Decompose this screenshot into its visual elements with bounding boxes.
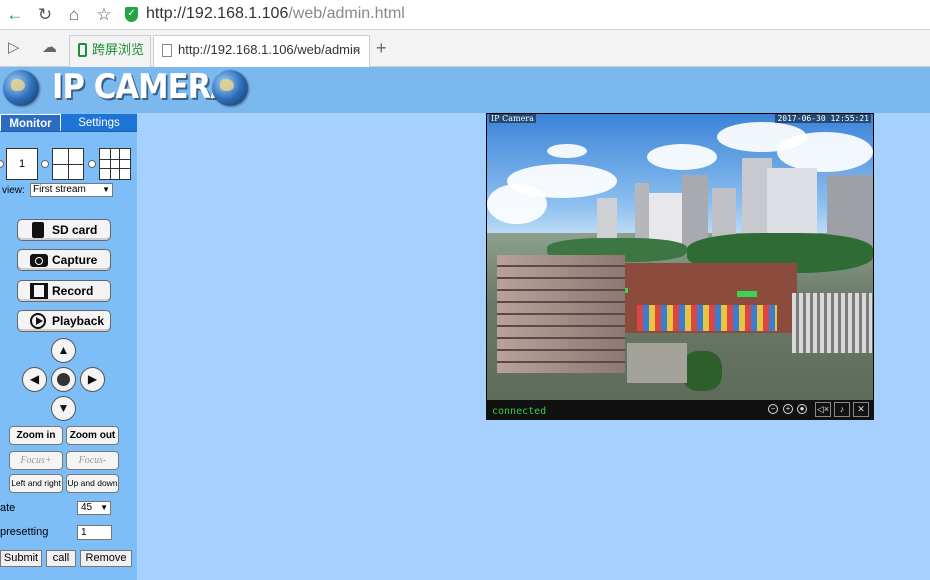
- focus-plus-button[interactable]: Focus+: [9, 451, 63, 470]
- logo-text: IP CAMERA: [52, 67, 234, 107]
- video-camera-label: IP Camera: [489, 114, 536, 123]
- phone-icon: [78, 43, 87, 57]
- layout-9-radio[interactable]: [88, 160, 96, 168]
- home-icon[interactable]: ⌂: [63, 4, 85, 26]
- ptz-up-button[interactable]: ▲: [51, 338, 76, 363]
- remove-button[interactable]: Remove: [80, 550, 132, 567]
- chevron-down-icon: ▼: [102, 185, 110, 194]
- tab-divider: [0, 131, 137, 132]
- video-feed[interactable]: IP Camera 2017-06-30 12:55:21 connected …: [486, 113, 874, 420]
- layout-single-icon[interactable]: 1: [6, 148, 38, 180]
- capture-label: Capture: [52, 253, 98, 267]
- mic-mute-icon[interactable]: ♪: [834, 402, 850, 417]
- ptz-left-button[interactable]: ◀: [22, 367, 47, 392]
- refresh-icon[interactable]: ↻: [34, 4, 56, 26]
- layout-quad-icon[interactable]: [52, 148, 84, 180]
- camera-icon: [30, 254, 48, 267]
- left-and-right-button[interactable]: Left and right: [9, 474, 63, 493]
- ptz-center-button[interactable]: [51, 367, 76, 392]
- ptz-down-button[interactable]: ▼: [51, 396, 76, 421]
- zoom-out-button[interactable]: Zoom out: [66, 426, 119, 445]
- capture-button[interactable]: Capture: [17, 249, 111, 271]
- globe-icon: [3, 70, 39, 106]
- back-arrow-icon[interactable]: ←: [4, 4, 26, 26]
- tab-label: 跨屏浏览: [92, 42, 145, 57]
- url-field[interactable]: http://192.168.1.106/web/admin.html: [146, 5, 405, 23]
- security-shield-icon[interactable]: ✓: [125, 7, 138, 22]
- sidebar-toggle-icon[interactable]: ▷: [8, 39, 20, 57]
- video-toolbar: connected − + ● ◁× ♪ ✕: [486, 400, 874, 420]
- star-icon[interactable]: ☆: [93, 4, 115, 26]
- page-header: IP CAMERA: [0, 67, 930, 113]
- tab-admin[interactable]: http://192.168.1.106/web/admin ×: [153, 35, 370, 67]
- layout-nine-icon[interactable]: [99, 148, 131, 180]
- tab-cross-screen[interactable]: 跨屏浏览: [69, 35, 151, 67]
- ptz-right-button[interactable]: ▶: [80, 367, 105, 392]
- sd-card-icon: [32, 222, 44, 238]
- control-panel: Monitor Settings 1 view: First stream ▼ …: [0, 113, 137, 580]
- submit-button[interactable]: Submit: [0, 550, 42, 567]
- close-icon[interactable]: ×: [353, 36, 361, 64]
- globe-icon: [212, 70, 248, 106]
- layout-4-radio[interactable]: [41, 160, 49, 168]
- playback-label: Playback: [52, 314, 105, 328]
- view-label: view:: [2, 185, 25, 196]
- url-path: /web/admin.html: [288, 5, 405, 22]
- up-and-down-button[interactable]: Up and down: [66, 474, 119, 493]
- minus-icon[interactable]: −: [768, 404, 778, 414]
- presetting-input[interactable]: 1: [77, 525, 112, 540]
- stream-select-value: First stream: [33, 184, 86, 195]
- chevron-down-icon: ▼: [100, 503, 108, 512]
- address-bar: ← ↻ ⌂ ☆ ✓ http://192.168.1.106/web/admin…: [0, 0, 930, 30]
- cloud-icon[interactable]: ☁: [42, 39, 57, 57]
- zoom-in-button[interactable]: Zoom in: [9, 426, 63, 445]
- stream-select[interactable]: First stream ▼: [30, 183, 113, 197]
- focus-minus-button[interactable]: Focus-: [66, 451, 119, 470]
- tab-monitor[interactable]: Monitor: [0, 114, 61, 132]
- dot-icon[interactable]: ●: [797, 404, 807, 414]
- film-icon: [30, 283, 48, 299]
- connection-status: connected: [492, 406, 547, 417]
- plus-icon[interactable]: +: [783, 404, 793, 414]
- rate-label: ate: [0, 502, 16, 514]
- new-tab-button[interactable]: +: [376, 38, 387, 58]
- layout-1-radio[interactable]: [0, 160, 4, 168]
- video-timestamp: 2017-06-30 12:55:21: [775, 114, 871, 123]
- tab-settings[interactable]: Settings: [61, 114, 137, 132]
- sd-card-button[interactable]: SD card: [17, 219, 111, 241]
- record-button[interactable]: Record: [17, 280, 111, 302]
- presetting-label: presetting: [0, 526, 49, 538]
- rate-select[interactable]: 45 ▼: [77, 501, 111, 515]
- rate-value: 45: [81, 502, 93, 513]
- call-button[interactable]: call: [46, 550, 76, 567]
- record-label: Record: [52, 284, 94, 298]
- speaker-mute-icon[interactable]: ◁×: [815, 402, 831, 417]
- playback-button[interactable]: Playback: [17, 310, 111, 332]
- tab-bar: ▷ ☁ 跨屏浏览 http://192.168.1.106/web/admin …: [0, 30, 930, 67]
- tab-label: http://192.168.1.106/web/admin: [178, 42, 361, 57]
- page-icon: [162, 44, 172, 57]
- video-scene: [487, 158, 873, 400]
- play-icon: [30, 313, 46, 329]
- sd-card-label: SD card: [52, 223, 98, 237]
- url-host: http://192.168.1.106: [146, 5, 289, 22]
- tools-icon[interactable]: ✕: [853, 402, 869, 417]
